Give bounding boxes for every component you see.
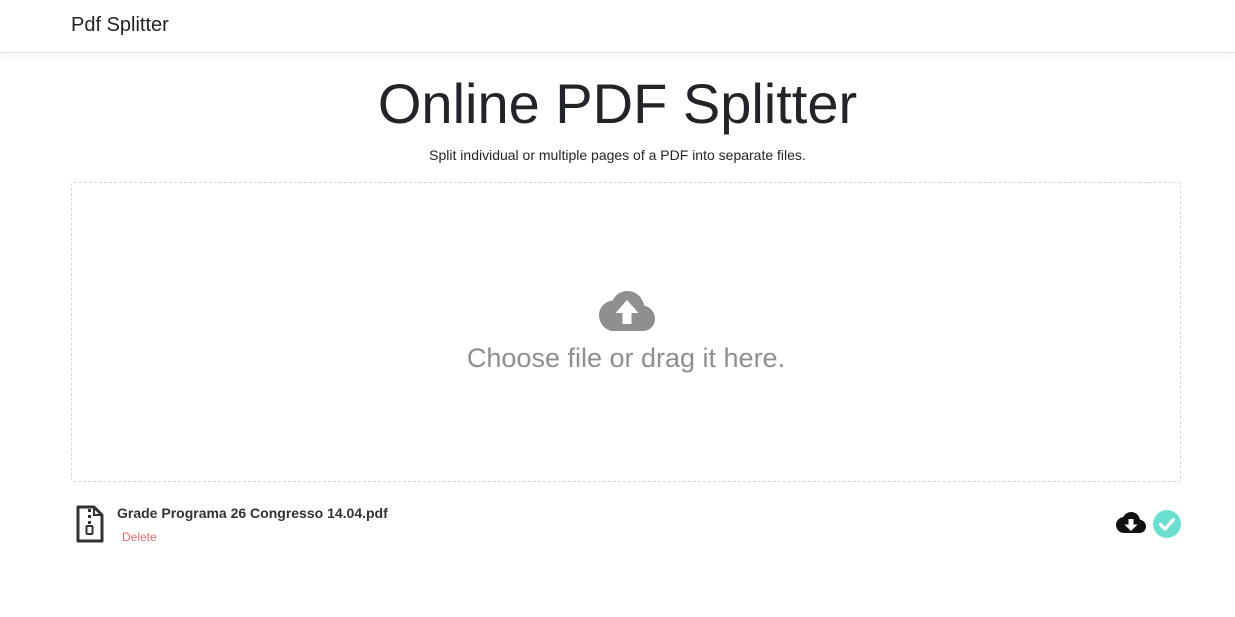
file-name: Grade Programa 26 Congresso 14.04.pdf (117, 505, 388, 521)
file-dropzone[interactable]: Choose file or drag it here. (71, 182, 1181, 482)
dropzone-text: Choose file or drag it here. (466, 343, 786, 373)
file-list-item: Grade Programa 26 Congresso 14.04.pdf De… (71, 500, 1181, 550)
check-circle-icon (1153, 510, 1181, 538)
cloud-upload-icon (599, 291, 655, 331)
delete-link[interactable]: Delete (122, 529, 157, 545)
file-zip-icon (76, 505, 104, 543)
cloud-download-icon[interactable] (1116, 512, 1146, 536)
brand-link[interactable]: Pdf Splitter (71, 12, 169, 38)
page-title: Online PDF Splitter (377, 72, 858, 135)
navbar: Pdf Splitter (0, 0, 1235, 53)
page-subtitle: Split individual or multiple pages of a … (429, 147, 806, 163)
